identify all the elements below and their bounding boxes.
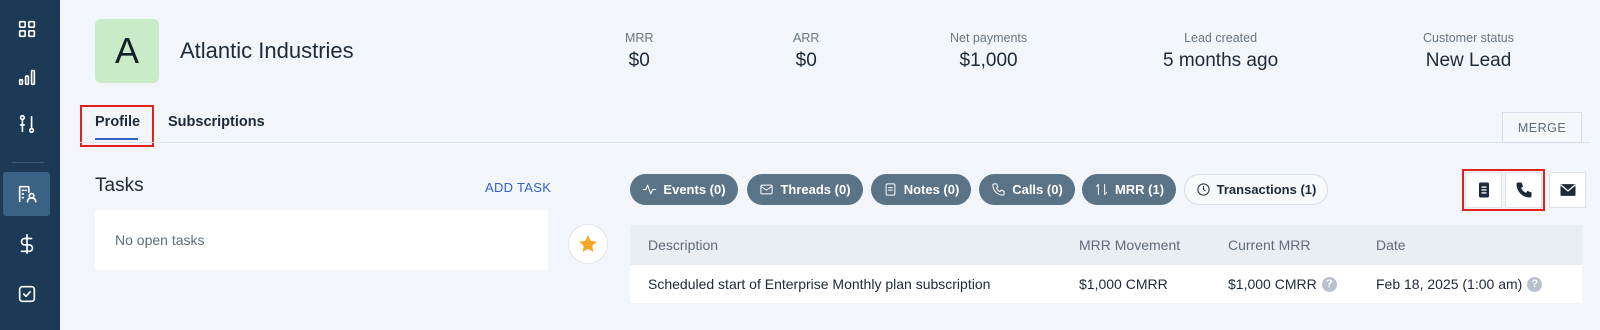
log-call-button[interactable] [1505,172,1542,208]
column-header-description: Description [648,237,719,253]
mail-icon [1559,184,1576,196]
column-header-mrr-movement: MRR Movement [1079,237,1181,253]
avatar-letter: A [114,30,139,71]
note-icon [1478,182,1489,198]
transactions-table: Description MRR Movement Current MRR Dat… [630,225,1582,303]
metric-label: MRR [625,31,654,45]
tab-subscriptions[interactable]: Subscriptions [168,114,265,130]
metric-label: Customer status [1423,31,1515,45]
cell-date: Feb 18, 2025 (1:00 am) ? [1376,276,1543,292]
sidebar-item-customers[interactable] [3,172,50,216]
tasks-title: Tasks [95,175,144,196]
favorite-button[interactable] [568,224,608,264]
filter-label: Threads (0) [780,182,851,197]
metric-customer-status: Customer status New Lead [1423,31,1514,72]
bar-chart-icon [18,69,35,86]
filter-transactions[interactable]: Transactions (1) [1184,174,1328,205]
metric-arr: ARR $0 [793,31,819,72]
customer-avatar: A [95,19,159,83]
filter-label: Notes (0) [903,182,960,197]
activity-icon [643,184,657,195]
metric-label: Net payments [950,31,1028,45]
metric-value: New Lead [1425,50,1512,71]
filter-label: Events (0) [663,182,726,197]
table-row: Scheduled start of Enterprise Monthly pl… [630,265,1582,303]
note-icon [885,183,896,196]
tasks-empty-text: No open tasks [115,232,205,248]
merge-button[interactable]: MERGE [1502,112,1582,143]
phone-icon [992,183,1005,196]
help-icon[interactable]: ? [1527,276,1543,292]
tabs-divider [80,142,1590,143]
star-icon [579,235,597,252]
add-note-button[interactable] [1465,172,1502,208]
column-header-date: Date [1376,237,1406,253]
add-task-button[interactable]: ADD TASK [485,180,551,195]
filter-calls[interactable]: Calls (0) [979,174,1075,205]
dollar-icon [20,234,33,254]
cell-current-mrr-value: $1,000 CMRR [1228,276,1317,292]
sidebar-item-revenue[interactable] [3,222,50,266]
metric-value: $0 [628,50,650,71]
metric-value: $0 [795,50,817,71]
phone-icon [1516,182,1531,198]
sidebar-item-tasks[interactable] [3,272,50,316]
filter-label: Calls (0) [1012,182,1063,197]
active-tab-indicator [95,138,138,140]
filter-notes[interactable]: Notes (0) [871,174,971,205]
tab-profile[interactable]: Profile [95,114,140,130]
help-icon[interactable]: ? [1321,276,1337,292]
arrows-updown-icon [1095,184,1107,195]
filter-events[interactable]: Events (0) [630,174,738,205]
pipeline-icon [19,114,34,134]
sidebar-item-reports[interactable] [3,55,50,99]
sidebar [0,0,60,330]
grid-icon [18,20,35,38]
metric-mrr: MRR $0 [625,31,653,72]
send-email-button[interactable] [1549,172,1586,208]
filter-label: Transactions (1) [1216,182,1317,197]
cell-description: Scheduled start of Enterprise Monthly pl… [648,276,991,292]
customers-icon [18,185,37,203]
metric-label: ARR [793,31,820,45]
filter-label: MRR (1) [1114,182,1165,197]
customer-name: Atlantic Industries [180,38,354,63]
metric-net-payments: Net payments $1,000 [950,31,1027,72]
filter-mrr[interactable]: MRR (1) [1082,174,1176,205]
filter-threads[interactable]: Threads (0) [747,174,863,205]
metric-value: 5 months ago [1163,50,1279,71]
mail-icon [760,184,774,195]
task-check-icon [18,285,35,303]
sidebar-item-dashboard[interactable] [3,7,50,51]
table-header: Description MRR Movement Current MRR Dat… [630,225,1582,265]
cell-mrr-movement: $1,000 CMRR [1079,276,1168,292]
sidebar-item-pipeline[interactable] [3,102,50,146]
cell-date-value: Feb 18, 2025 (1:00 am) [1376,276,1523,292]
metric-value: $1,000 [959,50,1018,71]
column-header-current-mrr: Current MRR [1228,237,1311,253]
metric-label: Lead created [1184,31,1258,45]
tasks-card: No open tasks [95,210,548,270]
cell-current-mrr: $1,000 CMRR ? [1228,276,1337,292]
sidebar-divider [12,162,44,163]
metric-lead-created: Lead created 5 months ago [1163,31,1278,72]
clock-icon [1197,183,1210,196]
